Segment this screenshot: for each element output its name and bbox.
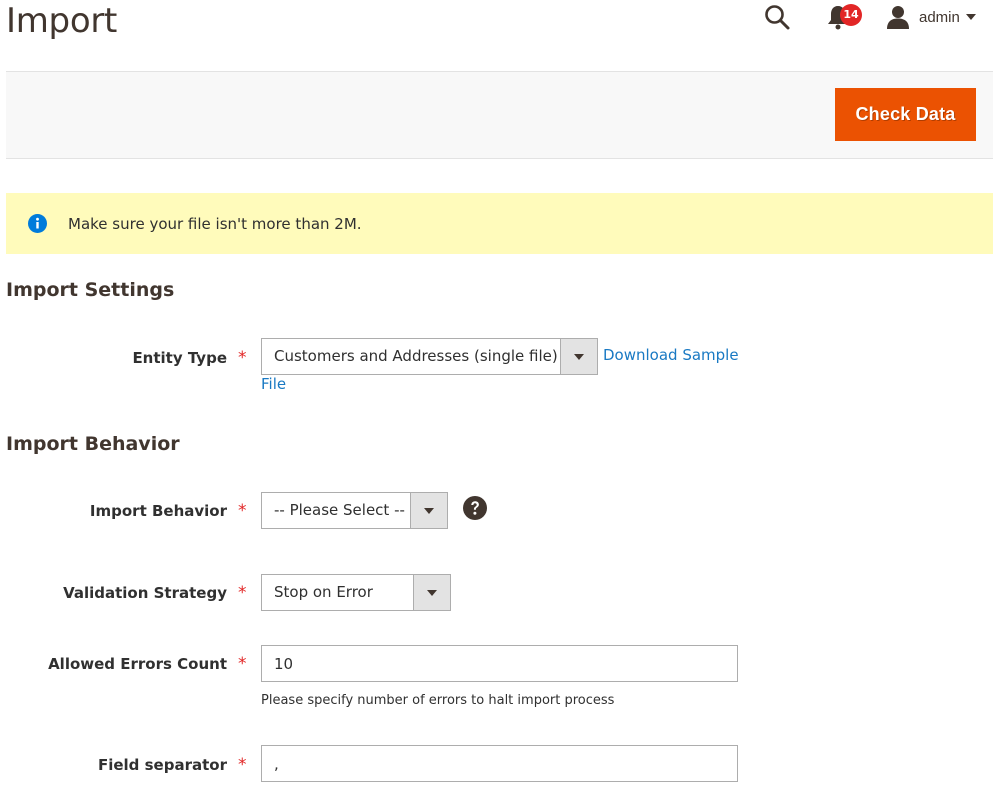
notification-count-badge[interactable]: 14	[840, 4, 862, 26]
import-behavior-label: Import Behavior	[89, 502, 227, 520]
allowed-errors-note: Please specify number of errors to halt …	[261, 693, 615, 708]
required-marker: *	[238, 501, 247, 521]
file-size-notice: Make sure your file isn't more than 2M.	[6, 193, 993, 254]
help-icon[interactable]	[463, 496, 487, 520]
validation-strategy-value: Stop on Error	[274, 583, 373, 601]
user-menu[interactable]: admin	[886, 4, 976, 30]
required-marker: *	[238, 654, 247, 674]
import-settings-title: Import Settings	[6, 279, 175, 301]
entity-type-select[interactable]: Customers and Addresses (single file)	[261, 338, 598, 375]
validation-strategy-select[interactable]: Stop on Error	[261, 574, 451, 611]
required-marker: *	[238, 755, 247, 775]
chevron-down-icon	[560, 339, 597, 374]
entity-type-label: Entity Type	[132, 349, 227, 367]
chevron-down-icon	[410, 493, 447, 528]
user-icon	[886, 5, 910, 29]
field-separator-input[interactable]	[261, 745, 738, 782]
check-data-button[interactable]: Check Data	[835, 88, 976, 141]
download-sample-link-file[interactable]: File	[261, 375, 286, 393]
chevron-down-icon	[965, 14, 976, 20]
import-behavior-value: -- Please Select --	[274, 501, 405, 519]
allowed-errors-count-input[interactable]	[261, 645, 738, 682]
validation-strategy-label: Validation Strategy	[63, 584, 227, 602]
search-icon[interactable]	[763, 3, 791, 31]
chevron-down-icon	[413, 575, 450, 610]
import-behavior-title: Import Behavior	[6, 433, 180, 455]
allowed-errors-count-label: Allowed Errors Count	[48, 655, 227, 673]
entity-type-value: Customers and Addresses (single file)	[274, 347, 558, 365]
info-icon	[28, 214, 47, 233]
field-separator-label: Field separator	[97, 756, 227, 774]
download-sample-link[interactable]: Download Sample	[603, 346, 739, 364]
user-name: admin	[919, 8, 960, 26]
page-title: Import	[6, 1, 118, 41]
notice-text: Make sure your file isn't more than 2M.	[68, 214, 362, 233]
required-marker: *	[238, 583, 247, 603]
import-behavior-select[interactable]: -- Please Select --	[261, 492, 448, 529]
required-marker: *	[238, 348, 247, 368]
